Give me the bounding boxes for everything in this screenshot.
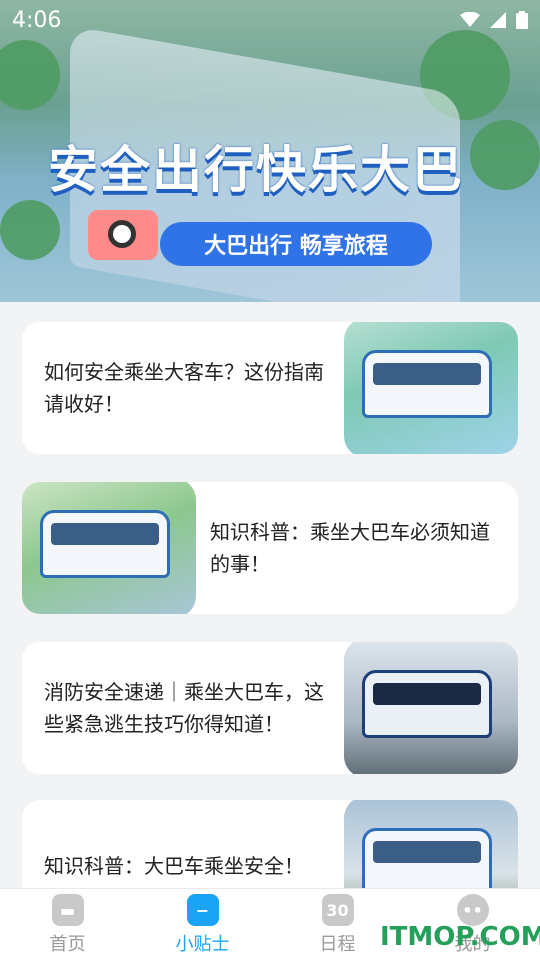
calendar-icon: 30 [321,894,354,926]
bus-image [362,828,492,896]
article-title: 知识科普：乘坐大巴车必须知道的事！ [210,520,490,576]
home-icon: ▬ [51,894,84,926]
tree-decoration [0,200,60,260]
signal-icon [490,12,506,28]
bus-image [362,670,492,738]
article-thumbnail [22,482,196,614]
camera-icon [88,210,158,260]
tree-decoration [470,120,540,190]
tree-decoration [0,40,60,110]
tab-label: 日程 [319,934,356,955]
article-thumbnail [344,322,518,454]
tab-home[interactable]: ▬ 首页 [0,889,135,961]
article-title: 如何安全乘坐大客车？这份指南请收好！ [44,360,324,416]
watermark: ITMOP.COM [380,922,540,952]
wifi-icon [460,12,480,27]
tab-tips[interactable]: − 小贴士 [135,889,270,961]
bus-image [362,350,492,418]
article-card[interactable]: 知识科普：乘坐大巴车必须知道的事！ [22,482,518,614]
status-bar: 4:06 [12,6,528,34]
article-title: 消防安全速递｜乘坐大巴车，这些紧急逃生技巧你得知道！ [44,680,324,736]
hero-banner[interactable]: 4:06 安全出行快乐大巴 大巴出行 畅享旅程 [0,0,540,302]
tab-label: 首页 [49,934,86,955]
banner-subtitle: 大巴出行 畅享旅程 [160,222,432,266]
bus-image [40,510,170,578]
banner-title: 安全出行快乐大巴 [48,141,464,199]
battery-icon [516,11,528,29]
article-card[interactable]: 消防安全速递｜乘坐大巴车，这些紧急逃生技巧你得知道！ [22,642,518,774]
article-thumbnail [344,642,518,774]
status-time: 4:06 [12,7,62,33]
article-card[interactable]: 如何安全乘坐大客车？这份指南请收好！ [22,322,518,454]
tips-icon: − [186,894,219,926]
tab-label: 小贴士 [175,934,230,955]
